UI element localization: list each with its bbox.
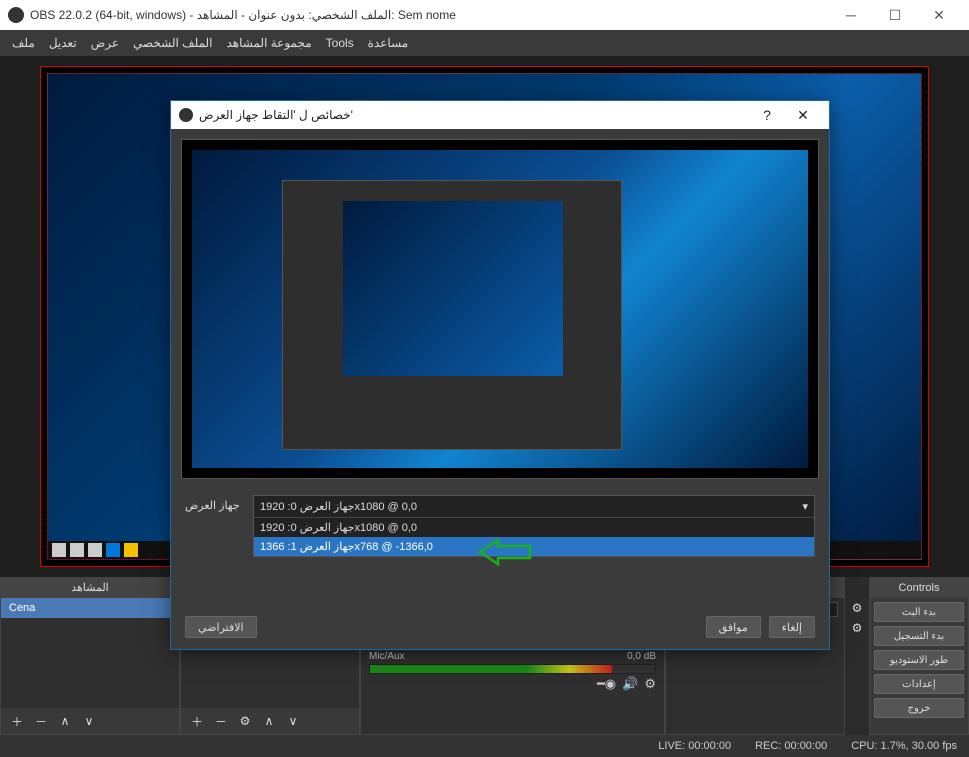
add-scene-button[interactable]: ＋ [9,713,25,730]
edge-icon [106,543,120,557]
remove-scene-button[interactable]: － [33,713,49,730]
recursive-capture [192,150,808,468]
scenes-toolbar: ＋ － ∧ ∨ [1,708,179,734]
start-stream-button[interactable]: بدء البث [874,602,964,622]
scenes-list[interactable]: Cena [1,598,179,708]
window-title: OBS 22.0.2 (64-bit, windows) - الملف الش… [30,8,829,22]
menu-file[interactable]: ملف [12,36,35,50]
annotation-arrow-icon [480,538,540,569]
display-option-0[interactable]: جهاز العرض 0: 1920x1080 @ 0,0 [254,518,814,537]
menu-bar: ملف تعديل عرض الملف الشخصي مجموعة المشاه… [0,30,969,56]
window-titlebar: OBS 22.0.2 (64-bit, windows) - الملف الش… [0,0,969,30]
source-up-button[interactable]: ∧ [261,714,277,728]
scene-up-button[interactable]: ∧ [57,714,73,728]
cancel-button[interactable]: إلغاء [769,616,815,638]
add-source-button[interactable]: ＋ [189,713,205,730]
app-logo-icon [8,7,24,23]
gear-icon[interactable]: ⚙ [852,621,863,635]
minimize-button[interactable]: ─ [829,0,873,30]
mixer-mic-label: Mic/Aux [369,651,405,662]
settings-button[interactable]: إعدادات [874,674,964,694]
controls-sidegears: ⚙ ⚙ [845,577,869,735]
remove-source-button[interactable]: － [213,713,229,730]
mixer-mic-db: 0,0 dB [627,651,656,662]
status-cpu: CPU: 1.7%, 30.00 fps [851,740,957,752]
controls-header: Controls [870,578,968,598]
dialog-help-button[interactable]: ? [749,107,785,123]
taskview-icon [88,543,102,557]
dialog-titlebar: خصائص ل 'التقاط جهاز العرض' ? ✕ [171,101,829,129]
status-rec: REC: 00:00:00 [755,740,827,752]
nested-desktop [343,201,563,376]
defaults-button[interactable]: الافتراضي [185,616,257,638]
mixer-mic-slider-icon[interactable]: ━◉ [597,676,616,692]
dialog-footer: الافتراضي موافق إلغاء [171,605,829,649]
status-bar: LIVE: 00:00:00 REC: 00:00:00 CPU: 1.7%, … [0,735,969,757]
menu-tools[interactable]: Tools [326,36,354,50]
dialog-preview [181,139,819,479]
start-icon [52,543,66,557]
source-settings-button[interactable]: ⚙ [237,714,253,728]
gear-icon[interactable]: ⚙ [852,601,863,615]
close-button[interactable]: ✕ [917,0,961,30]
source-down-button[interactable]: ∨ [285,714,301,728]
menu-edit[interactable]: تعديل [49,36,77,50]
menu-help[interactable]: مساعدة [368,36,409,50]
exit-button[interactable]: خروج [874,698,964,718]
mixer-mic-settings-icon[interactable]: ⚙ [644,676,656,692]
maximize-button[interactable]: ☐ [873,0,917,30]
ok-button[interactable]: موافق [706,616,761,638]
scene-down-button[interactable]: ∨ [81,714,97,728]
studio-mode-button[interactable]: طور الاستوديو [874,650,964,670]
start-record-button[interactable]: بدء التسجيل [874,626,964,646]
mixer-mic-meter [369,664,656,674]
scenes-panel: المشاهد Cena ＋ － ∧ ∨ [0,577,180,735]
dialog-close-button[interactable]: ✕ [785,107,821,124]
nested-window [282,180,622,450]
chevron-down-icon: ▾ [802,500,808,513]
menu-profile[interactable]: الملف الشخصي [133,36,213,50]
search-icon [70,543,84,557]
controls-panel: Controls بدء البث بدء التسجيل طور الاستو… [869,577,969,735]
dialog-title: خصائص ل 'التقاط جهاز العرض' [199,108,353,122]
status-live: LIVE: 00:00:00 [658,740,731,752]
menu-scene-collection[interactable]: مجموعة المشاهد [227,36,312,50]
menu-view[interactable]: عرض [91,36,119,50]
dialog-logo-icon [179,108,193,122]
mixer-mic-track: Mic/Aux 0,0 dB ━◉ 🔊 ⚙ [361,647,664,696]
display-field-label: جهاز العرض [185,495,245,512]
mixer-mic-mute-icon[interactable]: 🔊 [622,676,638,692]
scenes-header: المشاهد [1,578,179,598]
scene-item[interactable]: Cena [1,598,179,618]
sources-toolbar: ＋ － ⚙ ∧ ∨ [181,708,359,734]
display-selected-value: جهاز العرض 0: 1920x1080 @ 0,0 [260,500,417,513]
explorer-icon [124,543,138,557]
